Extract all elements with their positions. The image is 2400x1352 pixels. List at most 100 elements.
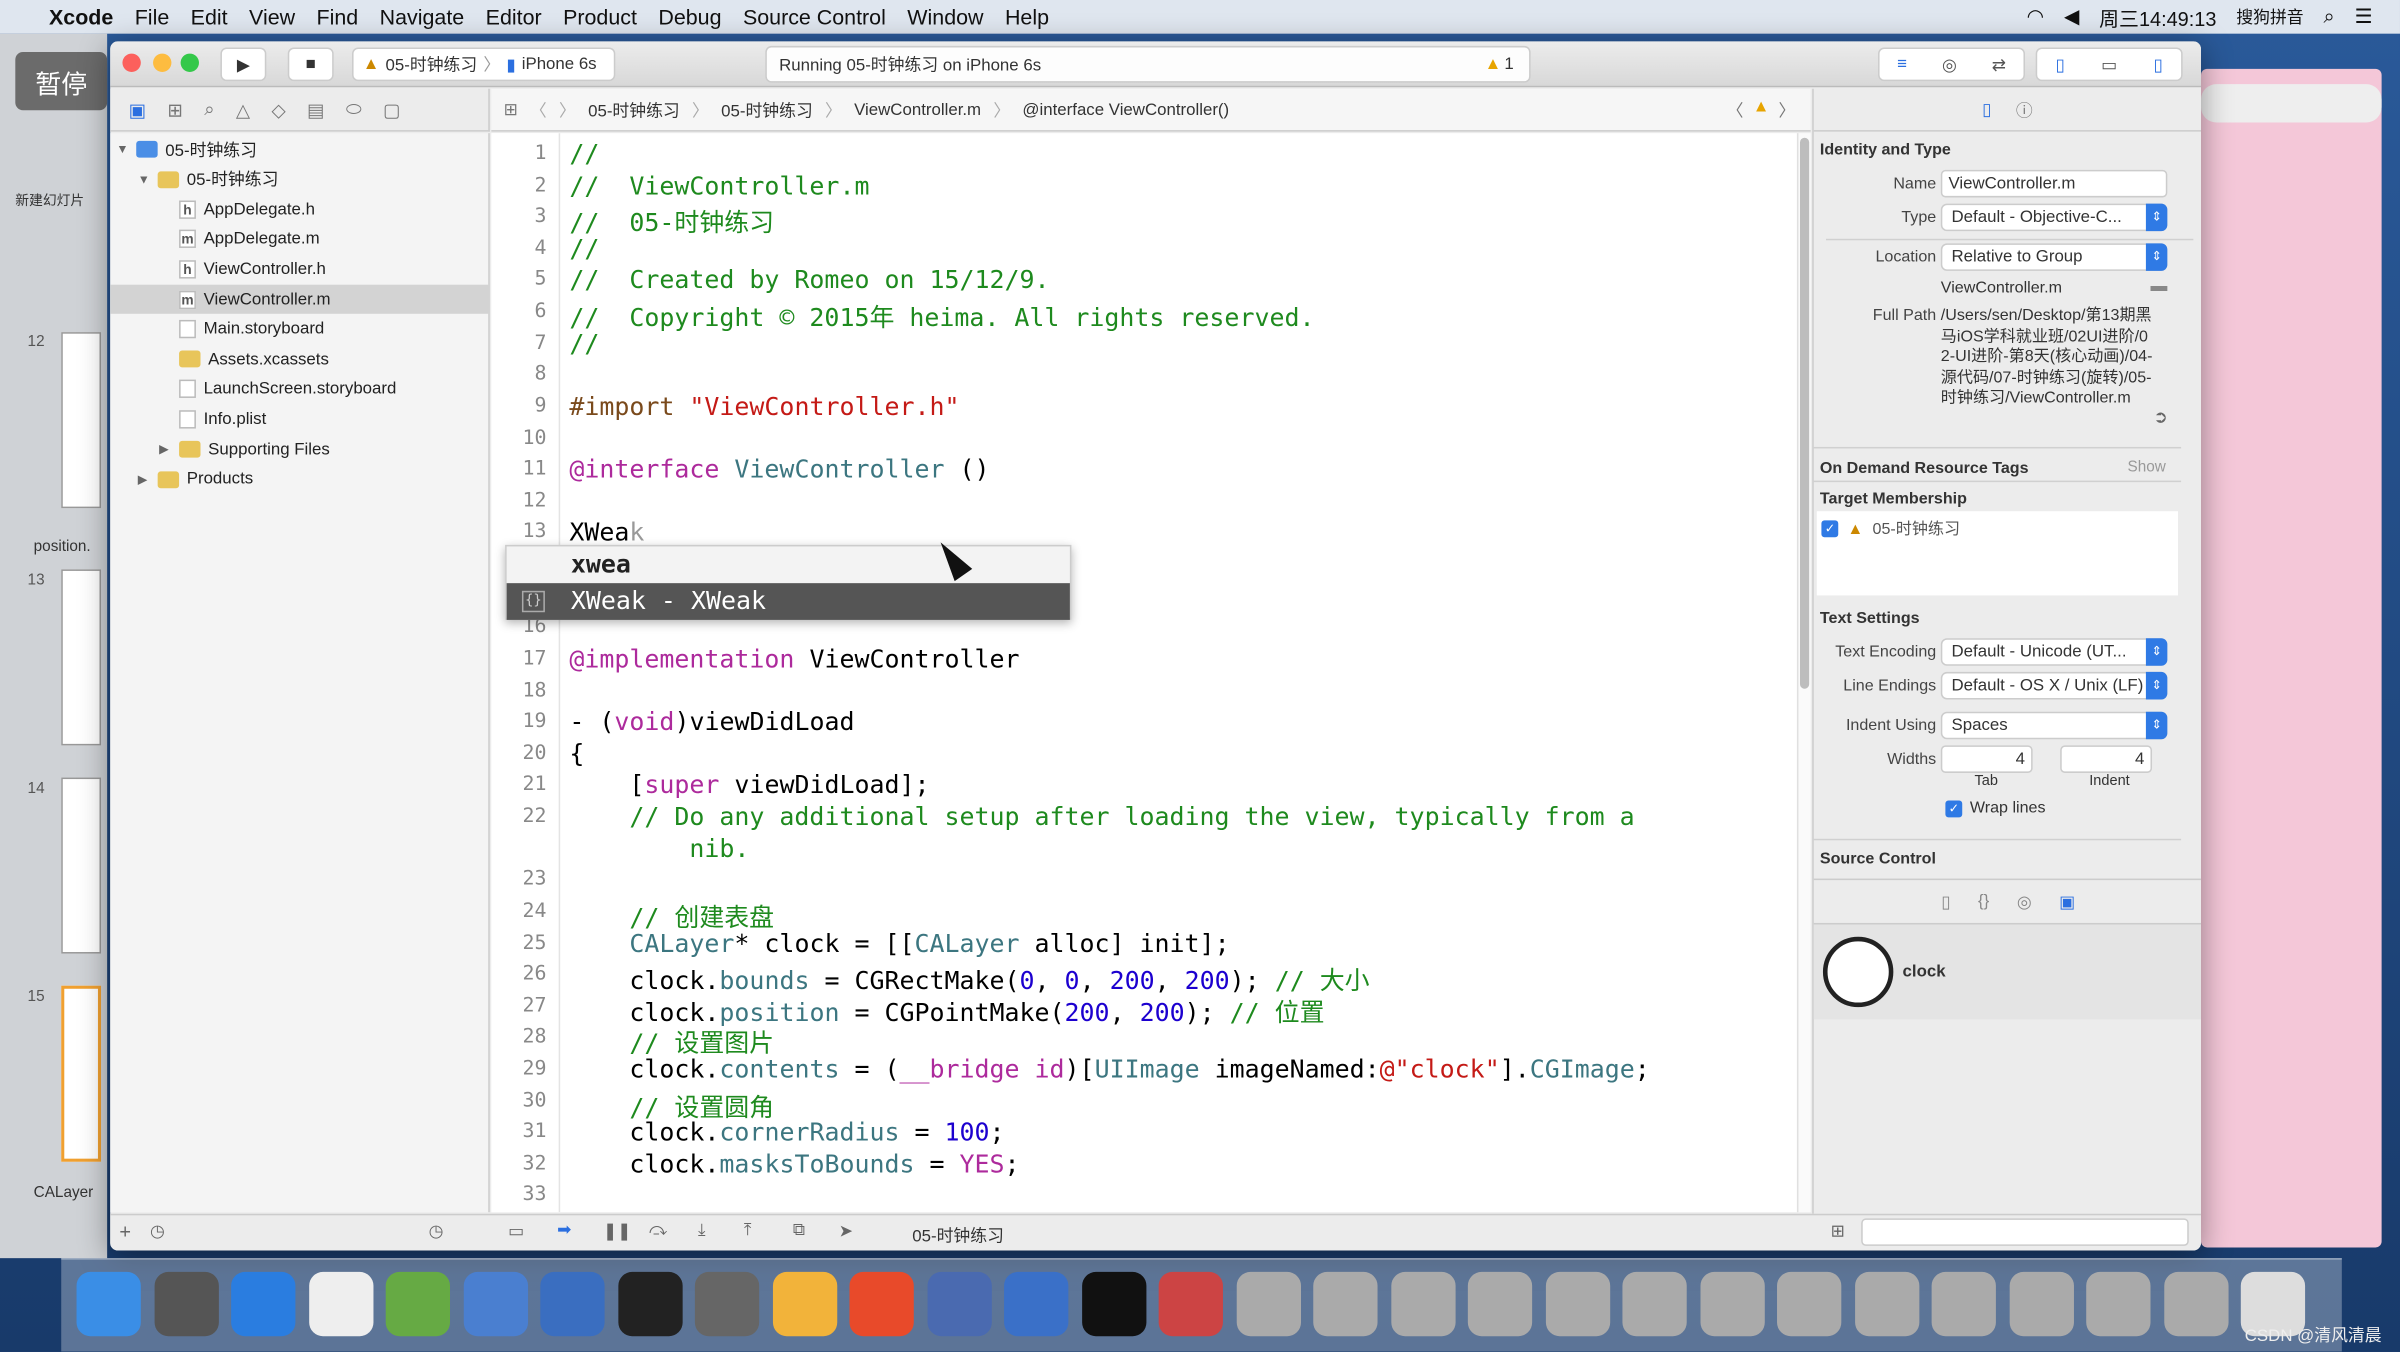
debug-target[interactable]: 05-时钟练习 [912,1223,1004,1247]
navigator-item[interactable]: h AppDelegate.h [110,195,490,224]
slide-thumbnail[interactable] [61,985,102,1162]
step-in-icon[interactable]: ⤓ [698,1221,705,1241]
clock-text[interactable]: 周三14:49:13 [2099,2,2216,31]
dock-app-icon[interactable] [231,1271,296,1337]
indent-width-field[interactable]: 4 [2060,745,2153,773]
dock-app-icon[interactable] [2086,1271,2151,1337]
forward-button[interactable]: 〉 [559,97,576,121]
code-line[interactable]: { [569,739,584,768]
report-icon[interactable]: ▢ [383,99,400,120]
code-line[interactable]: // Created by Romeo on 15/12/9. [569,266,1049,295]
location-icon[interactable]: ➤ [839,1221,853,1241]
menu-source-control[interactable]: Source Control [743,5,886,29]
menu-editor[interactable]: Editor [486,5,542,29]
add-button[interactable]: + [119,1220,131,1243]
media-library-item[interactable]: clock [1813,924,2202,1020]
breakpoint-icon[interactable]: ⬭ [346,98,362,121]
dock-app-icon[interactable] [153,1271,219,1337]
source-editor[interactable]: 1234567891011121314151617181920212223242… [491,133,1797,1213]
menu-debug[interactable]: Debug [658,5,721,29]
related-items-icon[interactable]: ⊞ [504,99,518,119]
target-row[interactable]: ✓ ▲ 05-时钟练习 [1821,517,1960,540]
code-line[interactable]: @interface ViewController () [569,455,989,484]
minimize-button[interactable] [153,53,172,72]
dock-app-icon[interactable] [1467,1271,1533,1337]
filter-icon[interactable]: ◷ [150,1221,165,1241]
debug-icon[interactable]: ▤ [307,99,324,120]
tab-width-field[interactable]: 4 [1940,745,2033,773]
breadcrumb-file[interactable]: ViewController.m [854,100,981,118]
target-checkbox[interactable]: ✓ [1821,520,1839,538]
wrap-lines-checkbox[interactable]: ✓ [1945,799,1963,817]
dock-app-icon[interactable] [308,1271,373,1337]
type-select[interactable]: Default - Objective-C... ⇕ [1940,203,2168,232]
symbol-icon[interactable]: ⊞ [167,99,182,120]
choose-folder-icon[interactable]: ▬ [2150,277,2167,295]
code-line[interactable]: // [569,139,599,168]
prev-issue-button[interactable]: 〈 [1727,97,1744,121]
line-endings-select[interactable]: Default - OS X / Unix (LF) ⇕ [1940,671,2168,700]
name-field[interactable]: ViewController.m [1940,169,2168,198]
dock-app-icon[interactable] [849,1271,914,1337]
warning-icon[interactable]: △ [236,99,250,120]
navigator-item[interactable]: ▼ 05-时钟练习 [110,135,490,164]
step-over-icon[interactable]: ⤼ [649,1221,667,1241]
object-library-icon[interactable]: ◎ [2017,892,2032,911]
breadcrumb-project[interactable]: 05-时钟练习 [588,97,680,121]
view-debugger-icon[interactable]: ⧉ [793,1221,805,1241]
navigator-item[interactable]: Main.storyboard [110,315,490,344]
scrollbar-thumb[interactable] [1799,137,1810,689]
dock-app-icon[interactable] [2163,1271,2228,1337]
code-line[interactable]: #import "ViewController.h" [569,392,959,421]
dock-app-icon[interactable] [1622,1271,1687,1337]
code-line[interactable]: nib. [569,834,749,863]
dock-app-icon[interactable] [694,1271,760,1337]
navigator-item[interactable]: h ViewController.h [110,255,490,284]
utilities-toggle-icon[interactable]: ▯ [2154,54,2163,74]
dock-app-icon[interactable] [1235,1271,1301,1337]
wrap-lines-option[interactable]: ✓ Wrap lines [1945,799,2046,817]
location-select[interactable]: Relative to Group ⇕ [1940,243,2168,271]
wifi-icon[interactable]: ◠ [2027,5,2044,29]
dock-app-icon[interactable] [1158,1271,1223,1337]
stop-button[interactable]: ■ [287,47,334,82]
folder-icon[interactable]: ▣ [129,99,146,120]
dock-app-icon[interactable] [76,1271,141,1337]
editor-scrollbar[interactable] [1796,133,1811,1213]
dock-app-icon[interactable] [1545,1271,1610,1337]
dock-app-icon[interactable] [1699,1271,1765,1337]
menu-xcode[interactable]: Xcode [49,5,113,29]
disclosure-closed-icon[interactable]: ▶ [159,442,171,456]
pause-debug-icon[interactable]: ❚❚ [603,1221,631,1241]
scheme-selector[interactable]: ▲ 05-时钟练习〉 ▮ iPhone 6s [352,47,616,82]
navigator-item[interactable]: ▶ Products [110,465,490,494]
dock-app-icon[interactable] [2008,1271,2074,1337]
code-line[interactable]: // Do any additional setup after loading… [569,802,1634,831]
navigator-item[interactable]: ▼ 05-时钟练习 [110,165,490,194]
code-line[interactable]: // [569,234,599,263]
back-button[interactable]: 〈 [530,97,547,121]
slide-thumbnail[interactable] [61,569,102,746]
hide-debug-icon[interactable]: ▭ [508,1221,524,1241]
dock-app-icon[interactable] [1854,1271,1919,1337]
encoding-select[interactable]: Default - Unicode (UT... ⇕ [1940,638,2168,666]
code-line[interactable]: clock.cornerRadius = 100; [569,1118,1004,1147]
reveal-in-finder-icon[interactable]: ➲ [2154,407,2168,427]
menu-find[interactable]: Find [317,5,359,29]
code-line[interactable]: CALayer* clock = [[CALayer alloc] init]; [569,928,1229,957]
grid-icon[interactable]: ⊞ [1831,1221,1845,1241]
menu-help[interactable]: Help [1005,5,1049,29]
dock-app-icon[interactable] [1777,1271,1842,1337]
search-icon[interactable]: ⌕ [204,98,214,121]
navigator-item[interactable]: ▶ Supporting Files [110,435,490,464]
disclosure-closed-icon[interactable]: ▶ [138,472,150,486]
code-line[interactable]: [super viewDidLoad]; [569,770,929,799]
breadcrumb-symbol[interactable]: @interface ViewController() [1022,100,1229,118]
version-editor-icon[interactable]: ⇄ [1992,54,2006,74]
run-button[interactable]: ▶ [220,47,267,82]
menu-file[interactable]: File [135,5,170,29]
code-line[interactable]: // ViewController.m [569,171,869,200]
pause-overlay[interactable]: 暂停 [15,52,108,111]
indent-using-select[interactable]: Spaces ⇕ [1940,711,2168,740]
quick-help-icon[interactable]: ⓘ [2016,97,2033,121]
